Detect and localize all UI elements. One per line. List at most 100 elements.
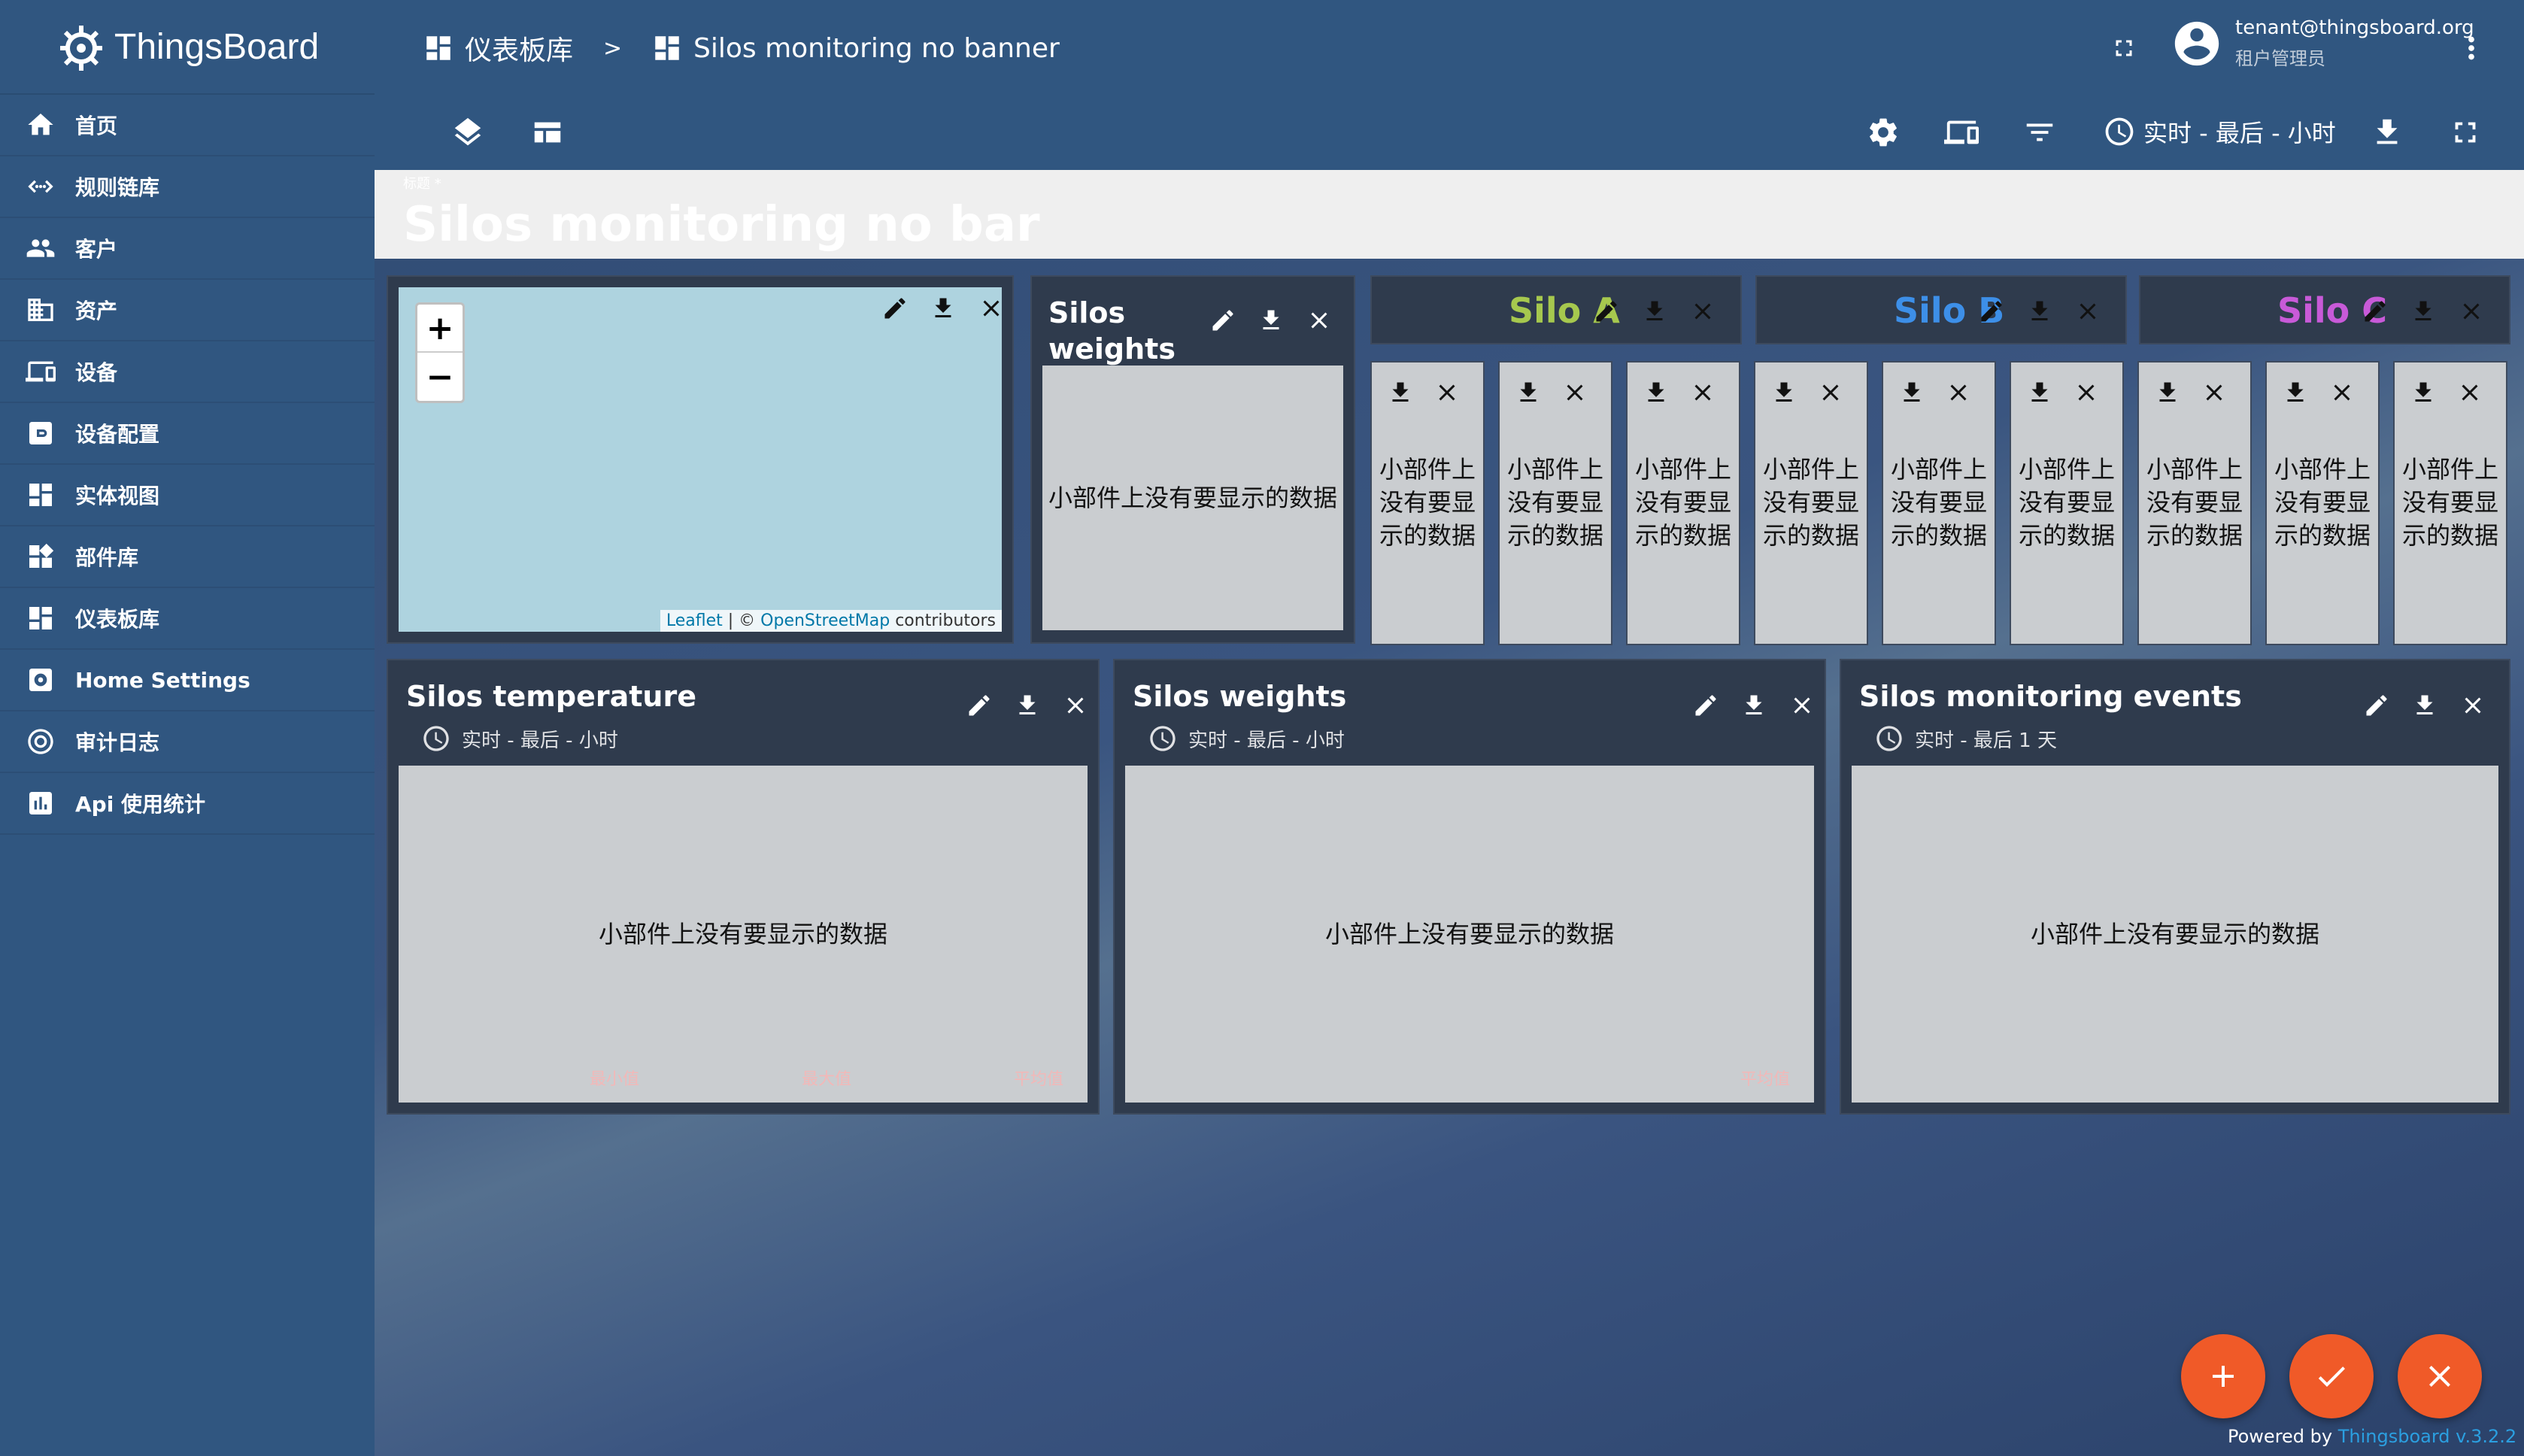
download-icon	[935, 298, 951, 317]
widget-timewindow[interactable]: 实时 - 最后 - 小时	[1148, 723, 1345, 754]
widget-actions	[1770, 379, 1844, 409]
assets-icon	[24, 293, 57, 326]
export-widget-button[interactable]	[1737, 689, 1770, 722]
remove-widget-button[interactable]	[2071, 295, 2104, 328]
export-widget-button[interactable]	[1515, 379, 1542, 409]
download-icon	[1746, 695, 1762, 714]
user-menu[interactable]: tenant@thingsboard.org 租户管理员	[2171, 17, 2474, 70]
edit-widget-button[interactable]	[2360, 689, 2393, 722]
sidebar-item-api-usage[interactable]: Api 使用统计	[0, 773, 375, 835]
timewindow-button[interactable]: 实时 - 最后 - 小时	[2103, 114, 2336, 149]
remove-widget-button[interactable]	[1303, 304, 1336, 337]
edit-widget-button[interactable]	[2359, 295, 2392, 328]
remove-widget-button[interactable]	[2455, 295, 2488, 328]
dashboard-fullscreen-button[interactable]	[2447, 114, 2483, 150]
leaflet-link[interactable]: Leaflet	[666, 611, 723, 630]
fullscreen-toggle-button[interactable]	[2106, 30, 2142, 66]
remove-widget-button[interactable]	[1686, 295, 1719, 328]
download-icon	[2415, 382, 2431, 402]
pencil-icon	[1212, 310, 1233, 331]
sidebar-item-devices[interactable]: 设备	[0, 341, 375, 403]
osm-link[interactable]: OpenStreetMap	[760, 611, 890, 630]
cancel-changes-button[interactable]	[2398, 1334, 2482, 1418]
close-icon	[2206, 384, 2222, 401]
export-widget-button[interactable]	[1643, 379, 1670, 409]
remove-widget-button[interactable]	[975, 292, 1008, 325]
brand-name: ThingsBoard	[114, 26, 320, 67]
export-widget-button[interactable]	[2282, 379, 2309, 409]
dashboards-icon	[426, 36, 450, 60]
remove-widget-button[interactable]	[1945, 379, 1972, 409]
sidebar-item-widgets[interactable]: 部件库	[0, 526, 375, 588]
export-widget-button[interactable]	[1638, 295, 1671, 328]
layout-button[interactable]	[529, 114, 566, 150]
edit-widget-button[interactable]	[878, 292, 912, 325]
export-widget-button[interactable]	[927, 292, 960, 325]
apply-changes-button[interactable]	[2289, 1334, 2374, 1418]
remove-widget-button[interactable]	[2201, 379, 2228, 409]
home-icon	[24, 108, 57, 141]
silos-weights-widget: Silos weights 实时 - 最后 - 小时 小部件上没有要显示的数据 …	[1113, 659, 1826, 1115]
export-widget-button[interactable]	[2410, 379, 2437, 409]
sidebar-item-device-profile[interactable]: 设备配置	[0, 403, 375, 465]
sidebar-item-rule-chain[interactable]: 规则链库	[0, 156, 375, 218]
map-area[interactable]: + − Leaflet | © OpenStreetMap contributo…	[399, 287, 1002, 632]
dashboard-title[interactable]: Silos monitoring no bar	[403, 197, 1040, 253]
add-widget-button[interactable]	[2181, 1334, 2265, 1418]
pencil-icon	[2365, 301, 2386, 322]
filters-button[interactable]	[2022, 114, 2058, 150]
entity-aliases-button[interactable]	[1943, 114, 1979, 150]
edit-widget-button[interactable]	[1206, 304, 1239, 337]
more-menu-button[interactable]	[2453, 30, 2489, 66]
download-icon	[1776, 382, 1792, 402]
edit-widget-button[interactable]	[1689, 689, 1722, 722]
remove-widget-button[interactable]	[2328, 379, 2356, 409]
widget-actions	[2026, 379, 2100, 409]
logo[interactable]: ThingsBoard	[0, 0, 375, 95]
export-widget-button[interactable]	[1898, 379, 1925, 409]
export-widget-button[interactable]	[2026, 379, 2053, 409]
settings-button[interactable]	[1865, 114, 1901, 150]
widget-timewindow[interactable]: 实时 - 最后 - 小时	[421, 723, 618, 754]
sidebar-item-home-settings[interactable]: Home Settings	[0, 650, 375, 711]
sidebar-item-dashboards[interactable]: 仪表板库	[0, 588, 375, 650]
clock-icon	[1876, 726, 1902, 751]
remove-widget-button[interactable]	[1059, 689, 1092, 722]
remove-widget-button[interactable]	[1561, 379, 1588, 409]
remove-widget-button[interactable]	[2456, 379, 2483, 409]
remove-widget-button[interactable]	[1785, 689, 1819, 722]
timewindow-label: 实时 - 最后 - 小时	[2143, 119, 2336, 147]
remove-widget-button[interactable]	[1689, 379, 1716, 409]
remove-widget-button[interactable]	[2456, 689, 2489, 722]
close-icon	[2080, 303, 2096, 320]
remove-widget-button[interactable]	[2073, 379, 2100, 409]
remove-widget-button[interactable]	[1433, 379, 1461, 409]
layers-button[interactable]	[450, 114, 486, 150]
sidebar-item-customers[interactable]: 客户	[0, 218, 375, 280]
export-widget-button[interactable]	[1770, 379, 1797, 409]
export-widget-button[interactable]	[2408, 689, 2441, 722]
export-widget-button[interactable]	[1254, 304, 1288, 337]
export-widget-button[interactable]	[2023, 295, 2056, 328]
remove-widget-button[interactable]	[1817, 379, 1844, 409]
export-button[interactable]	[2369, 114, 2405, 150]
map-zoom-control: + −	[415, 302, 465, 403]
export-widget-button[interactable]	[2154, 379, 2181, 409]
zoom-in-button[interactable]: +	[417, 305, 463, 353]
sidebar: ThingsBoard 首页 规则链库 客户 资产 设备 设备配置 实体视图 部件库 仪表板库 H…	[0, 0, 375, 1456]
export-widget-button[interactable]	[1387, 379, 1414, 409]
powered-by-link[interactable]: Thingsboard v.3.2.2	[2338, 1426, 2516, 1447]
zoom-out-button[interactable]: −	[417, 353, 463, 401]
edit-widget-button[interactable]	[1590, 295, 1623, 328]
legend-avg: 平均值	[1014, 1070, 1064, 1089]
sidebar-item-audit-log[interactable]: 审计日志	[0, 711, 375, 773]
export-widget-button[interactable]	[1011, 689, 1044, 722]
widget-timewindow[interactable]: 实时 - 最后 1 天	[1874, 723, 2057, 754]
edit-widget-button[interactable]	[963, 689, 996, 722]
edit-widget-button[interactable]	[1975, 295, 2008, 328]
export-widget-button[interactable]	[2407, 295, 2440, 328]
sidebar-item-entity-view[interactable]: 实体视图	[0, 465, 375, 526]
breadcrumb-root[interactable]: 仪表板库	[423, 26, 573, 71]
sidebar-item-assets[interactable]: 资产	[0, 280, 375, 341]
sidebar-item-home[interactable]: 首页	[0, 95, 375, 156]
